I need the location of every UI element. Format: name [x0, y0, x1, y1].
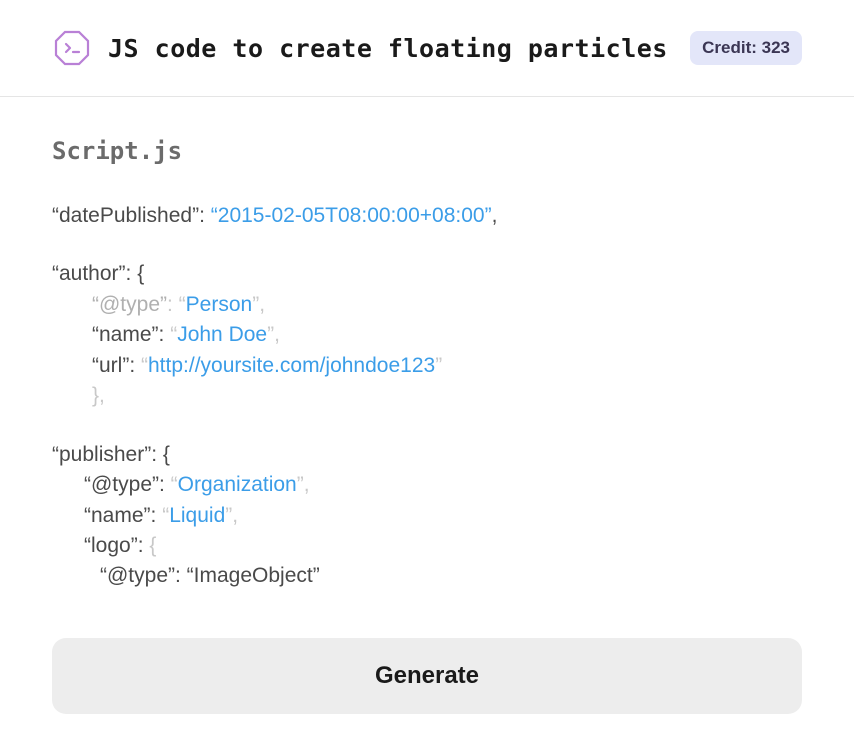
code-key: “url”	[92, 354, 129, 377]
code-key: “@type”	[92, 293, 167, 316]
code-section-datepublished: “datePublished”: “2015-02-05T08:00:00+08…	[52, 201, 802, 231]
header-left: JS code to create floating particles	[52, 28, 668, 68]
code-value: Person	[186, 293, 253, 316]
code-key: “logo”	[84, 534, 138, 557]
code-section-author: “author”: { “@type”: “Person”, “name”: “…	[52, 259, 802, 411]
code-key: “@type”	[100, 564, 175, 587]
code-value: Organization	[178, 473, 297, 496]
code-value: “2015-02-05T08:00:00+08:00”	[211, 204, 492, 227]
logo-icon	[52, 28, 92, 68]
code-value: “ImageObject”	[187, 564, 320, 587]
page-title: JS code to create floating particles	[108, 34, 668, 63]
code-block: “datePublished”: “2015-02-05T08:00:00+08…	[52, 201, 802, 592]
header: JS code to create floating particles Cre…	[0, 0, 854, 97]
code-value: http://yoursite.com/johndoe123	[148, 354, 435, 377]
code-value: John Doe	[177, 323, 267, 346]
credit-badge: Credit: 323	[690, 31, 802, 65]
code-key: “name”	[92, 323, 159, 346]
script-filename: Script.js	[52, 137, 802, 165]
code-value: Liquid	[169, 504, 225, 527]
code-key: “publisher”	[52, 443, 151, 466]
code-key: “@type”	[84, 473, 159, 496]
generate-button[interactable]: Generate	[52, 638, 802, 714]
credit-label: Credit:	[702, 38, 762, 57]
code-key: “author”	[52, 262, 126, 285]
credit-value: 323	[762, 38, 790, 57]
code-key: “name”	[84, 504, 151, 527]
code-key: “datePublished”	[52, 204, 199, 227]
code-section-publisher: “publisher”: { “@type”: “Organization”, …	[52, 440, 802, 592]
content: Script.js “datePublished”: “2015-02-05T0…	[0, 97, 854, 738]
